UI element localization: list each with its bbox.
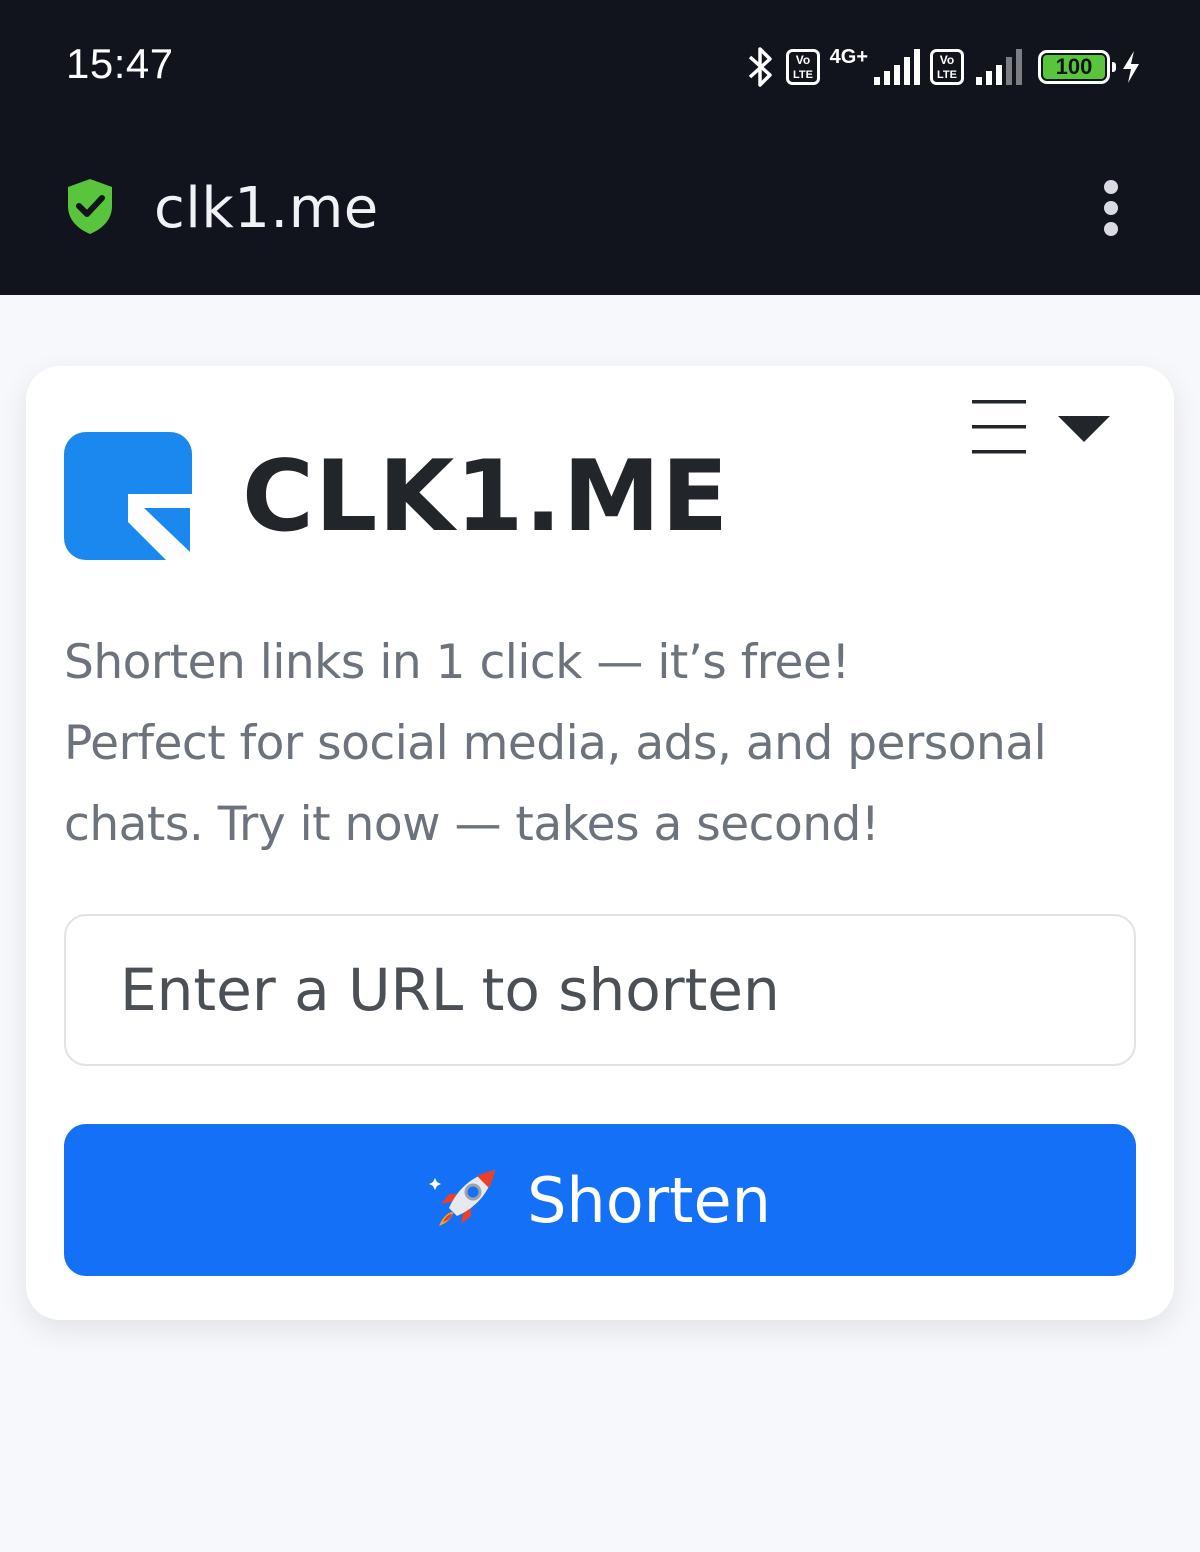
rocket-icon	[429, 1164, 501, 1236]
volte-icon: Vo LTE	[930, 49, 964, 85]
clk1-logo-icon	[64, 432, 192, 560]
charging-icon	[1120, 49, 1142, 85]
bluetooth-icon	[746, 45, 776, 89]
url-input[interactable]	[64, 914, 1136, 1066]
tagline-line: Perfect for social media, ads, and perso…	[64, 716, 1047, 771]
shorten-button-label: Shorten	[527, 1163, 771, 1237]
signal-icon	[872, 49, 920, 85]
status-time: 15:47	[66, 40, 174, 87]
svg-text:LTE: LTE	[793, 69, 813, 81]
tagline: Shorten links in 1 click — it’s free! Pe…	[64, 622, 1144, 865]
caret-down-icon[interactable]	[1058, 416, 1110, 448]
volte-icon: Vo LTE	[785, 49, 820, 85]
hamburger-menu-icon[interactable]	[972, 400, 1026, 458]
svg-text:Vo: Vo	[795, 53, 809, 67]
status-icons: Vo LTE 4G+ Vo LTE 100	[746, 42, 1142, 92]
shortener-card: CLK1.ME Shorten links in 1 click — it’s …	[26, 366, 1174, 1320]
tagline-line: Shorten links in 1 click — it’s free!	[64, 635, 850, 690]
svg-text:Vo: Vo	[940, 53, 954, 67]
tagline-line: chats. Try it now — takes a second!	[64, 797, 880, 852]
battery-level: 100	[1043, 55, 1105, 79]
address-bar-url[interactable]: clk1.me	[154, 176, 379, 241]
shield-check-icon[interactable]	[64, 176, 116, 240]
network-type-label: 4G+	[829, 46, 868, 68]
status-bar: 15:47 Vo LTE 4G+ Vo LTE 100	[0, 0, 1200, 130]
battery-icon: 100	[1038, 50, 1116, 84]
brand-title: CLK1.ME	[242, 440, 730, 554]
kebab-menu-icon[interactable]	[1098, 180, 1124, 236]
signal-icon	[974, 49, 1022, 85]
svg-text:LTE: LTE	[937, 69, 957, 81]
shorten-button[interactable]: Shorten	[64, 1124, 1136, 1276]
